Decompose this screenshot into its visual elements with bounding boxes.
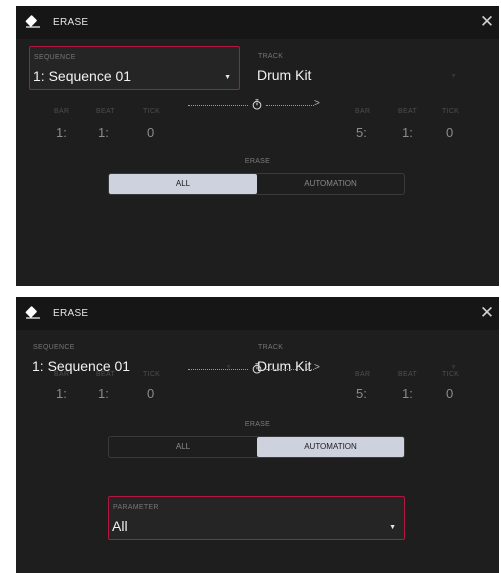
caret-down-icon: ▼	[389, 524, 396, 531]
end-beat-label: BEAT	[398, 371, 417, 378]
caret-down-icon: ▼	[450, 73, 457, 80]
parameter-selector[interactable]: PARAMETER All ▼	[108, 496, 405, 540]
track-label: TRACK	[258, 53, 284, 60]
erase-dialog-automation: ERASE ✕ SEQUENCE 1: Sequence 01 ▼ TRACK …	[16, 297, 499, 573]
arrow-right-icon: >	[314, 98, 320, 109]
sequence-label: SEQUENCE	[33, 344, 75, 351]
dialog-titlebar: ERASE ✕	[16, 6, 499, 39]
close-button[interactable]: ✕	[478, 13, 496, 31]
end-tick-label: TICK	[442, 371, 460, 378]
parameter-label: PARAMETER	[113, 504, 159, 511]
start-beat-field[interactable]: 1:	[98, 125, 109, 140]
end-beat-field[interactable]: 1:	[402, 386, 413, 401]
track-value: Drum Kit	[257, 67, 312, 83]
erase-dialog-all: ERASE ✕ SEQUENCE 1: Sequence 01 ▼ TRACK …	[16, 6, 499, 286]
option-automation-button[interactable]: AUTOMATION	[257, 437, 404, 457]
sequence-value: 1: Sequence 01	[33, 68, 132, 84]
erase-mode-label: ERASE	[244, 421, 271, 428]
start-tick-label: TICK	[143, 108, 161, 115]
erase-mode-toggle: ALL AUTOMATION	[108, 173, 405, 195]
start-beat-field[interactable]: 1:	[98, 386, 109, 401]
arrow-right-icon: >	[314, 362, 320, 373]
start-beat-label: BEAT	[96, 371, 115, 378]
track-label: TRACK	[258, 344, 284, 351]
start-bar-field[interactable]: 1:	[56, 386, 67, 401]
dialog-titlebar: ERASE ✕	[16, 297, 499, 330]
start-tick-field[interactable]: 0	[147, 386, 154, 401]
track-selector[interactable]: TRACK Drum Kit ▼	[254, 46, 465, 90]
dialog-title: ERASE	[53, 17, 89, 28]
end-bar-field[interactable]: 5:	[356, 386, 367, 401]
erase-mode-toggle: ALL AUTOMATION	[108, 436, 405, 458]
range-line-right	[266, 105, 314, 106]
erase-mode-label: ERASE	[244, 158, 271, 165]
end-beat-field[interactable]: 1:	[402, 125, 413, 140]
end-tick-field[interactable]: 0	[446, 386, 453, 401]
caret-down-icon: ▼	[224, 74, 231, 81]
eraser-icon	[25, 306, 40, 319]
range-line-right	[266, 369, 314, 370]
start-bar-label: BAR	[54, 108, 70, 115]
range-line-left	[188, 105, 248, 106]
start-bar-field[interactable]: 1:	[56, 125, 67, 140]
stopwatch-icon	[252, 99, 262, 110]
end-beat-label: BEAT	[398, 108, 417, 115]
close-button[interactable]: ✕	[478, 304, 496, 322]
sequence-selector[interactable]: SEQUENCE 1: Sequence 01 ▼	[29, 46, 240, 90]
start-tick-label: TICK	[143, 371, 161, 378]
end-bar-label: BAR	[355, 371, 371, 378]
dialog-title: ERASE	[53, 308, 89, 319]
range-line-left	[188, 369, 248, 370]
start-bar-label: BAR	[54, 371, 70, 378]
caret-down-icon: ▼	[450, 364, 457, 371]
sequence-label: SEQUENCE	[34, 54, 76, 61]
stopwatch-icon	[252, 363, 262, 374]
eraser-icon	[25, 15, 40, 28]
start-beat-label: BEAT	[96, 108, 115, 115]
option-automation-button[interactable]: AUTOMATION	[257, 174, 404, 194]
end-tick-label: TICK	[442, 108, 460, 115]
parameter-value: All	[112, 518, 128, 534]
end-tick-field[interactable]: 0	[446, 125, 453, 140]
start-tick-field[interactable]: 0	[147, 125, 154, 140]
end-bar-field[interactable]: 5:	[356, 125, 367, 140]
track-value: Drum Kit	[257, 358, 312, 374]
option-all-button[interactable]: ALL	[109, 437, 257, 457]
sequence-value: 1: Sequence 01	[32, 358, 131, 374]
end-bar-label: BAR	[355, 108, 371, 115]
option-all-button[interactable]: ALL	[109, 174, 257, 194]
